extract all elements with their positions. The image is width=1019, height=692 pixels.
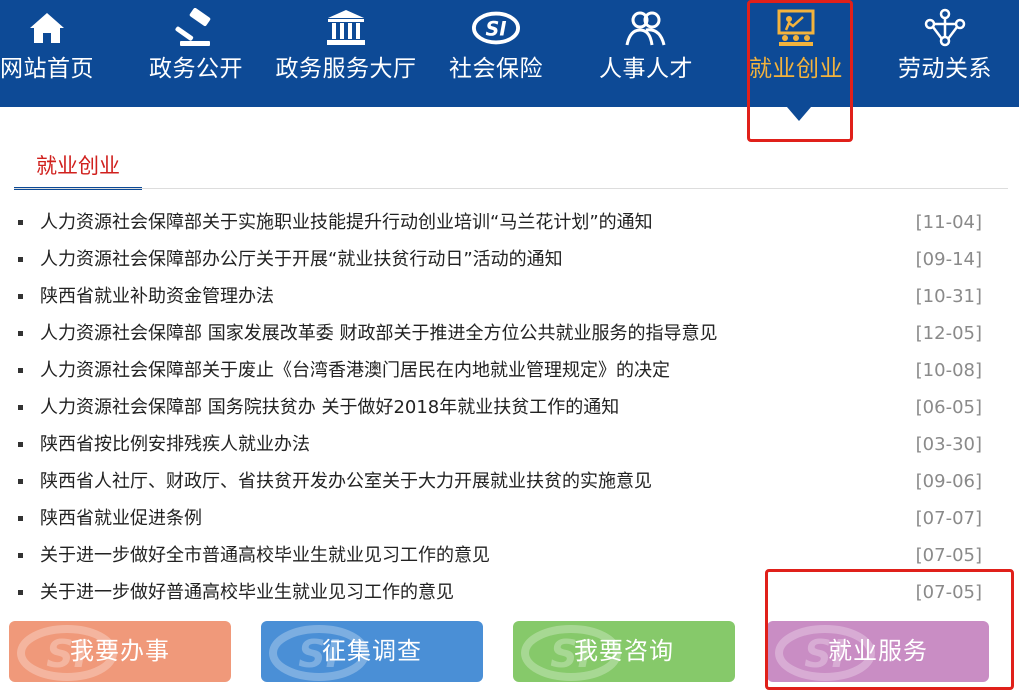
presentation-icon — [772, 8, 820, 48]
nav-label: 政务公开 — [149, 56, 243, 82]
button-label: 征集调查 — [322, 637, 422, 665]
list-item[interactable]: 陕西省人社厅、财政厅、省扶贫开发办公室关于大力开展就业扶贫的实施意见 [09-06… — [14, 463, 994, 500]
survey-button[interactable]: SI 征集调查 — [261, 621, 483, 682]
button-label: 我要咨询 — [574, 637, 674, 665]
bullet — [18, 294, 23, 299]
active-nav-pointer — [787, 107, 811, 121]
government-building-icon — [322, 8, 370, 48]
news-date: [11-04] — [915, 212, 982, 233]
nav-item-home[interactable]: 网站首页 — [0, 0, 94, 107]
news-title-link[interactable]: 关于进一步做好普通高校毕业生就业见习工作的意见 — [40, 574, 454, 611]
list-item[interactable]: 人力资源社会保障部关于实施职业技能提升行动创业培训“马兰花计划”的通知 [11-0… — [14, 204, 994, 241]
bullet — [18, 331, 23, 336]
list-item[interactable]: 人力资源社会保障部关于废止《台湾香港澳门居民在内地就业管理规定》的决定 [10-0… — [14, 352, 994, 389]
bullet — [18, 220, 23, 225]
people-icon — [622, 8, 670, 48]
news-date: [07-05] — [915, 582, 982, 603]
news-title-link[interactable]: 陕西省就业促进条例 — [40, 500, 202, 537]
news-date: [06-05] — [915, 397, 982, 418]
nav-item-labor-relations[interactable]: 劳动关系 — [895, 0, 995, 107]
nav-item-personnel[interactable]: 人事人才 — [596, 0, 696, 107]
consult-button[interactable]: SI 我要咨询 — [513, 621, 735, 682]
news-title-link[interactable]: 人力资源社会保障部 国务院扶贫办 关于做好2018年就业扶贫工作的通知 — [40, 389, 619, 426]
news-title-link[interactable]: 陕西省人社厅、财政厅、省扶贫开发办公室关于大力开展就业扶贫的实施意见 — [40, 463, 652, 500]
nav-item-service-hall[interactable]: 政务服务大厅 — [274, 0, 418, 107]
news-date: [03-30] — [915, 434, 982, 455]
news-title-link[interactable]: 陕西省就业补助资金管理办法 — [40, 278, 274, 315]
news-title-link[interactable]: 人力资源社会保障部关于实施职业技能提升行动创业培训“马兰花计划”的通知 — [40, 204, 653, 241]
news-date: [10-08] — [915, 360, 982, 381]
nav-label: 就业创业 — [749, 56, 843, 82]
nav-item-government-affairs[interactable]: 政务公开 — [146, 0, 246, 107]
bullet — [18, 368, 23, 373]
news-date: [09-06] — [915, 471, 982, 492]
news-title-link[interactable]: 人力资源社会保障部 国家发展改革委 财政部关于推进全方位公共就业服务的指导意见 — [40, 315, 717, 352]
employment-service-button[interactable]: SI 就业服务 — [767, 621, 989, 682]
news-title-link[interactable]: 人力资源社会保障部办公厅关于开展“就业扶贫行动日”活动的通知 — [40, 241, 563, 278]
nav-item-employment[interactable]: 就业创业 — [746, 0, 846, 107]
section-divider — [14, 188, 1008, 189]
list-item[interactable]: 陕西省就业补助资金管理办法 [10-31] — [14, 278, 994, 315]
svg-text:SI: SI — [486, 18, 507, 41]
news-title-link[interactable]: 关于进一步做好全市普通高校毕业生就业见习工作的意见 — [40, 537, 490, 574]
bullet — [18, 590, 23, 595]
list-item[interactable]: 人力资源社会保障部 国家发展改革委 财政部关于推进全方位公共就业服务的指导意见 [… — [14, 315, 994, 352]
section-title: 就业创业 — [14, 144, 142, 190]
nav-label: 社会保险 — [449, 56, 543, 82]
list-item[interactable]: 人力资源社会保障部 国务院扶贫办 关于做好2018年就业扶贫工作的通知 [06-0… — [14, 389, 994, 426]
network-icon — [921, 8, 969, 48]
news-title-link[interactable]: 陕西省按比例安排残疾人就业办法 — [40, 426, 310, 463]
top-nav: 网站首页 政务公开 政务服务大厅 SI 社会保险 人事人才 就业创业 劳动关系 — [0, 0, 1019, 107]
bullet — [18, 553, 23, 558]
news-date: [09-14] — [915, 249, 982, 270]
list-item[interactable]: 关于进一步做好全市普通高校毕业生就业见习工作的意见 [07-05] — [14, 537, 994, 574]
nav-label: 网站首页 — [0, 56, 94, 82]
bullet — [18, 479, 23, 484]
si-logo-icon: SI — [472, 8, 520, 48]
news-date: [07-05] — [915, 545, 982, 566]
nav-label: 劳动关系 — [898, 56, 992, 82]
bullet — [18, 405, 23, 410]
bullet — [18, 257, 23, 262]
bullet — [18, 516, 23, 521]
list-item[interactable]: 陕西省就业促进条例 [07-07] — [14, 500, 994, 537]
nav-label: 政务服务大厅 — [275, 56, 417, 82]
button-label: 就业服务 — [828, 637, 928, 665]
nav-label: 人事人才 — [599, 56, 693, 82]
button-label: 我要办事 — [70, 637, 170, 665]
news-date: [12-05] — [915, 323, 982, 344]
news-list: 人力资源社会保障部关于实施职业技能提升行动创业培训“马兰花计划”的通知 [11-0… — [14, 204, 994, 611]
list-item[interactable]: 人力资源社会保障部办公厅关于开展“就业扶贫行动日”活动的通知 [09-14] — [14, 241, 994, 278]
gavel-icon — [172, 8, 220, 48]
list-item[interactable]: 陕西省按比例安排残疾人就业办法 [03-30] — [14, 426, 994, 463]
news-title-link[interactable]: 人力资源社会保障部关于废止《台湾香港澳门居民在内地就业管理规定》的决定 — [40, 352, 670, 389]
bullet — [18, 442, 23, 447]
news-date: [10-31] — [915, 286, 982, 307]
list-item[interactable]: 关于进一步做好普通高校毕业生就业见习工作的意见 [07-05] — [14, 574, 994, 611]
news-date: [07-07] — [915, 508, 982, 529]
home-icon — [23, 8, 71, 48]
nav-item-social-insurance[interactable]: SI 社会保险 — [446, 0, 546, 107]
apply-service-button[interactable]: SI 我要办事 — [9, 621, 231, 682]
